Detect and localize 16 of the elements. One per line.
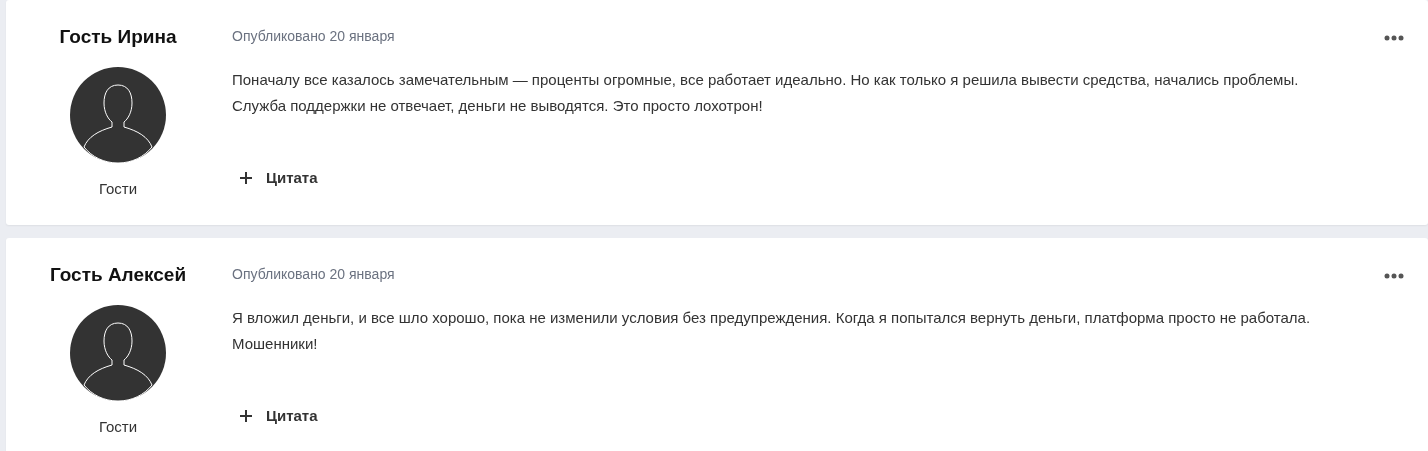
user-group: Гости	[98, 180, 138, 197]
user-group: Гости	[98, 418, 138, 435]
more-icon[interactable]	[1384, 35, 1404, 41]
avatar-icon	[70, 305, 166, 401]
post-date[interactable]: Опубликовано 20 января	[232, 28, 1428, 44]
quote-button[interactable]: Цитата	[232, 169, 318, 186]
avatar-icon	[70, 67, 166, 163]
quote-button[interactable]: Цитата	[232, 407, 318, 424]
plus-icon	[240, 171, 252, 184]
more-icon[interactable]	[1384, 273, 1404, 279]
author-name[interactable]: Гость Алексей	[49, 264, 187, 286]
post-text: Поначалу все казалось замечательным — проценты огромные, все работает идеально. Но как только я решила вывести средства, начались проблемы. Служба поддержки не отвечает, деньги не выводятся. Это просто лохотрон!	[232, 70, 1300, 116]
post-text: Я вложил деньги, и все шло хорошо, пока не изменили условия без предупреждения. Когда я попытался вернуть деньги, платформа просто не работала. Мошенники!	[232, 308, 1312, 354]
author-name[interactable]: Гость Ирина	[59, 26, 177, 48]
plus-icon	[240, 409, 252, 422]
post-date[interactable]: Опубликовано 20 января	[232, 266, 1428, 282]
